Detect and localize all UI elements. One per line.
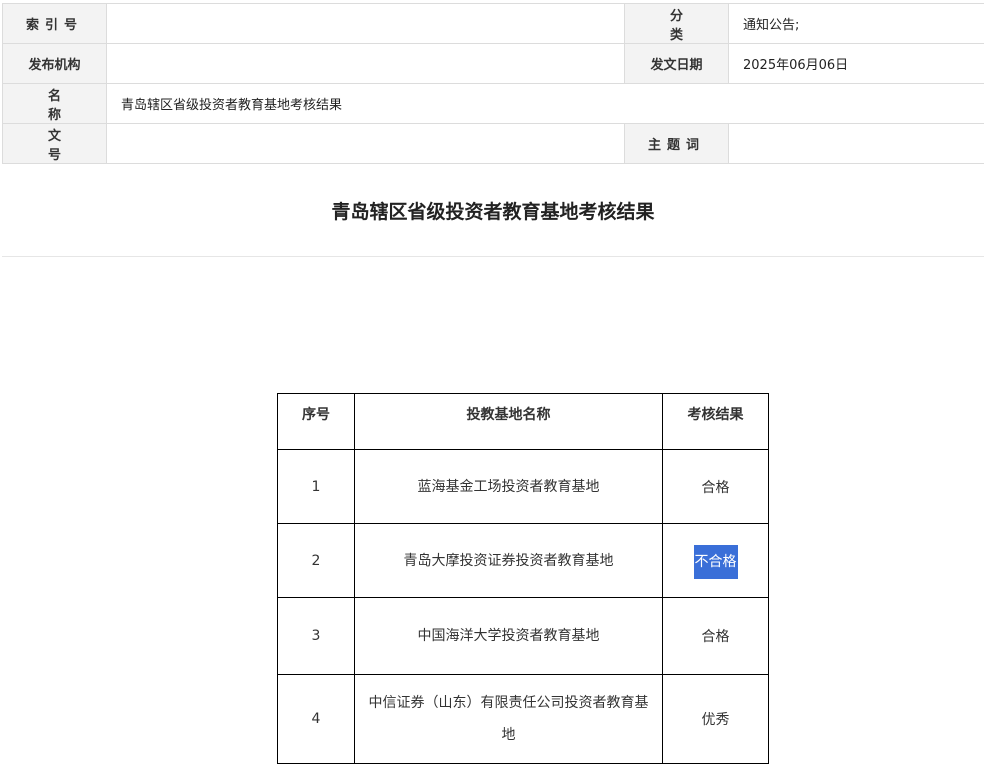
row-no: 1 bbox=[277, 449, 355, 524]
table-row: 1 蓝海基金工场投资者教育基地 合格 bbox=[277, 449, 769, 524]
date-value: 2025年06月06日 bbox=[728, 43, 984, 84]
date-label: 发文日期 bbox=[624, 43, 729, 84]
row-result: 合格 bbox=[662, 449, 769, 524]
row-name: 青岛大摩投资证券投资者教育基地 bbox=[354, 523, 663, 598]
row-no: 4 bbox=[277, 674, 355, 764]
index-label: 索引号 bbox=[2, 3, 107, 44]
publisher-label: 发布机构 bbox=[2, 43, 107, 84]
category-label: 分 类 bbox=[624, 3, 729, 44]
row-result-selected[interactable]: 不合格 bbox=[693, 544, 738, 579]
row-result: 优秀 bbox=[662, 674, 769, 764]
meta-row-name: 名 称 青岛辖区省级投资者教育基地考核结果 bbox=[2, 83, 984, 124]
table-header-row: 序号 投教基地名称 考核结果 bbox=[277, 393, 769, 450]
header-result: 考核结果 bbox=[662, 393, 769, 450]
row-name: 中信证券（山东）有限责任公司投资者教育基地 bbox=[354, 674, 663, 764]
results-table: 序号 投教基地名称 考核结果 1 蓝海基金工场投资者教育基地 合格 2 青岛大摩… bbox=[277, 393, 769, 764]
meta-row-publisher: 发布机构 发文日期 2025年06月06日 bbox=[2, 43, 984, 84]
keyword-label: 主题词 bbox=[624, 123, 729, 164]
header-name: 投教基地名称 bbox=[354, 393, 663, 450]
docno-label: 文 号 bbox=[2, 123, 107, 164]
meta-row-index: 索引号 分 类 通知公告; bbox=[2, 3, 984, 44]
category-value: 通知公告; bbox=[728, 3, 984, 44]
row-name: 中国海洋大学投资者教育基地 bbox=[354, 597, 663, 675]
page-title: 青岛辖区省级投资者教育基地考核结果 bbox=[2, 170, 984, 257]
row-no: 2 bbox=[277, 523, 355, 598]
row-result: 合格 bbox=[662, 597, 769, 675]
row-no: 3 bbox=[277, 597, 355, 675]
metadata-table: 索引号 分 类 通知公告; 发布机构 发文日期 2025年06月06日 名 称 … bbox=[2, 3, 984, 164]
row-name: 蓝海基金工场投资者教育基地 bbox=[354, 449, 663, 524]
docno-value bbox=[106, 123, 625, 164]
meta-row-docno: 文 号 主题词 bbox=[2, 123, 984, 164]
table-row: 4 中信证券（山东）有限责任公司投资者教育基地 优秀 bbox=[277, 674, 769, 764]
table-row: 3 中国海洋大学投资者教育基地 合格 bbox=[277, 597, 769, 675]
header-no: 序号 bbox=[277, 393, 355, 450]
publisher-value bbox=[106, 43, 625, 84]
name-label: 名 称 bbox=[2, 83, 107, 124]
name-value: 青岛辖区省级投资者教育基地考核结果 bbox=[106, 83, 984, 124]
keyword-value bbox=[728, 123, 984, 164]
index-value bbox=[106, 3, 625, 44]
row-result-cell: 不合格 bbox=[662, 523, 769, 598]
table-row: 2 青岛大摩投资证券投资者教育基地 不合格 bbox=[277, 523, 769, 598]
